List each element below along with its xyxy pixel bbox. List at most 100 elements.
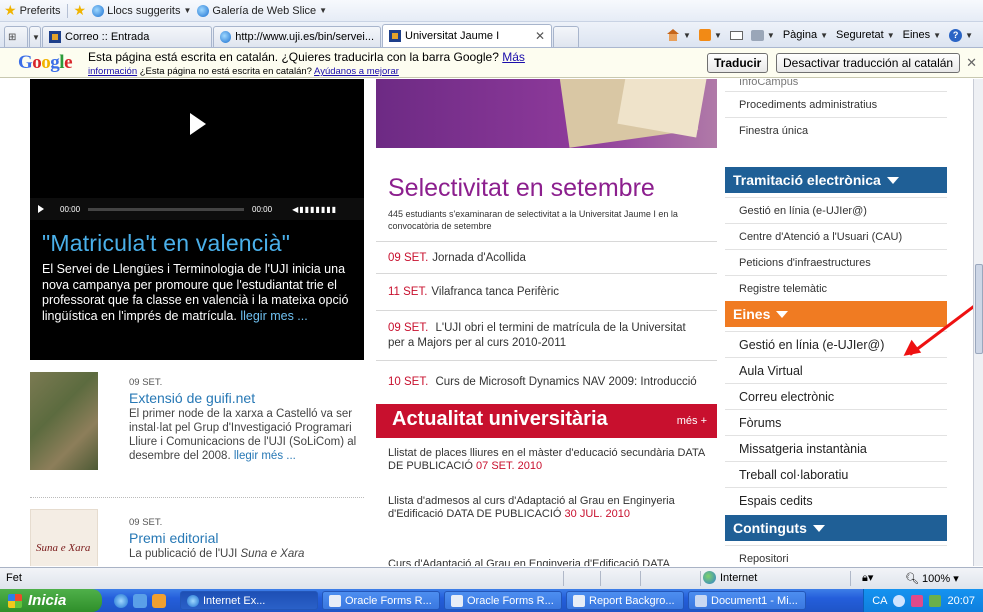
news-text: El primer node de la xarxa a Castelló va… <box>129 407 367 463</box>
network-icon[interactable] <box>929 594 942 607</box>
help-button[interactable]: ? ▼ <box>949 28 973 42</box>
tramitacio-header[interactable]: Tramitació electrònica <box>725 167 947 193</box>
quick-tabs-button[interactable]: ⊞ <box>4 26 28 47</box>
help-improve-link[interactable]: Ayúdanos a mejorar <box>314 66 399 77</box>
actualitat-date: 30 JUL. 2010 <box>564 508 630 520</box>
tab-list-button[interactable]: ▼ <box>29 26 41 47</box>
tab-universitat-jaume-i[interactable]: Universitat Jaume I ✕ <box>382 24 552 47</box>
right-link-finestra[interactable]: Finestra única <box>725 117 947 143</box>
headline-title[interactable]: Selectivitat en setembre <box>388 174 655 203</box>
play-icon[interactable] <box>190 113 206 135</box>
feature-title[interactable]: "Matricula't en valencià" <box>42 230 290 257</box>
actualitat-header: Actualitat universitària més + <box>376 404 717 438</box>
safety-menu[interactable]: Seguretat ▼ <box>836 29 895 41</box>
eines-link-aula-virtual[interactable]: Aula Virtual <box>725 357 947 383</box>
tray-expand-icon[interactable] <box>893 594 906 607</box>
print-button[interactable]: ▼ <box>750 29 775 41</box>
favorites-button[interactable]: ★ Preferits <box>4 2 61 19</box>
right-link-peticions[interactable]: Peticions d'infraestructures <box>725 249 947 275</box>
more-info-link[interactable]: Más <box>502 50 525 64</box>
home-button[interactable]: ▼ <box>666 29 691 41</box>
headline-subtitle: 445 estudiants s'examinaran de selectivi… <box>388 209 678 231</box>
language-indicator[interactable]: CA <box>872 595 887 607</box>
eines-link-treball[interactable]: Treball col·laboratiu <box>725 461 947 487</box>
play-small-icon[interactable] <box>38 205 44 213</box>
news-title[interactable]: Premi editorial <box>129 530 218 546</box>
desktop-quicklaunch-icon[interactable] <box>133 593 147 608</box>
eines-header[interactable]: Eines <box>725 301 947 327</box>
scrollbar-thumb[interactable] <box>975 264 983 354</box>
vertical-scrollbar[interactable] <box>973 79 983 566</box>
print-icon <box>750 29 764 41</box>
web-slice-gallery-button[interactable]: Galería de Web Slice ▼ <box>197 4 327 17</box>
page-menu[interactable]: Pàgina ▼ <box>783 29 828 41</box>
actualitat-text: Llista d'admesos al curs d'Adaptació al … <box>388 495 675 520</box>
actualitat-title[interactable]: Actualitat universitària <box>392 408 608 431</box>
right-link-procediments[interactable]: Procediments administratius <box>725 91 947 117</box>
eines-link-forums[interactable]: Fòrums <box>725 409 947 435</box>
news-title[interactable]: Extensió de guifi.net <box>129 390 255 406</box>
eines-link-missatgeria[interactable]: Missatgeria instantània <box>725 435 947 461</box>
book-thumbnail[interactable]: Suna e Xara <box>30 509 98 566</box>
actualitat-item[interactable]: Llista d'admesos al curs d'Adaptació al … <box>388 495 714 521</box>
start-button[interactable]: Inicia <box>0 589 102 612</box>
read-mail-button[interactable] <box>729 30 743 40</box>
eines-link-espais[interactable]: Espais cedits <box>725 487 947 513</box>
report-icon <box>573 594 585 607</box>
close-icon[interactable]: ✕ <box>966 55 977 71</box>
star-icon: ★ <box>4 2 17 18</box>
selectivitat-image[interactable] <box>376 79 717 148</box>
add-favorite-button[interactable]: ★ <box>74 2 87 19</box>
media-quicklaunch-icon[interactable] <box>152 593 166 608</box>
right-link-gestio[interactable]: Gestió en línia (e-UJIer@) <box>725 197 947 223</box>
agenda-date: 09 SET. <box>388 251 429 264</box>
continguts-link-repositori[interactable]: Repositori <box>725 545 947 566</box>
news-more-link[interactable]: llegir més ... <box>234 450 296 462</box>
suggested-sites-button[interactable]: Llocs suggerits ▼ <box>92 4 191 17</box>
task-label: Oracle Forms R... <box>467 594 554 607</box>
video-progress-track[interactable] <box>88 207 245 211</box>
tab-uji-servei[interactable]: http://www.uji.es/bin/servei... <box>213 26 381 47</box>
zoom-level[interactable]: 🔍︎ 100% ▾ <box>905 572 959 585</box>
agenda-item[interactable]: 11 SET. Vilafranca tanca Perifèric <box>376 273 717 310</box>
map-thumbnail[interactable] <box>30 372 98 470</box>
divider <box>850 571 851 586</box>
tray-app-icon[interactable] <box>911 594 924 607</box>
tab-correo[interactable]: Correo :: Entrada <box>42 26 212 47</box>
more-info-link-2[interactable]: información <box>88 66 137 77</box>
tools-menu[interactable]: Eines ▼ <box>903 29 941 41</box>
feeds-button[interactable]: ▼ <box>698 29 722 41</box>
feature-more-link[interactable]: llegir mes ... <box>240 309 307 323</box>
protected-mode-icon[interactable]: 🔒︎▾ <box>862 571 873 585</box>
uji-favicon-icon <box>49 31 61 43</box>
right-link-cau[interactable]: Centre d'Atenció a l'Usuari (CAU) <box>725 223 947 249</box>
deactivate-translation-button[interactable]: Desactivar traducción al catalán <box>776 53 961 73</box>
volume-icon[interactable]: ◀▮▮▮▮▮▮▮ <box>292 205 337 214</box>
task-document1[interactable]: Document1 - Mi... <box>688 591 806 610</box>
actualitat-item[interactable]: Curs d'Adaptació al Grau en Enginyeria d… <box>388 558 714 566</box>
agenda-item[interactable]: 10 SET. Curs de Microsoft Dynamics NAV 2… <box>376 360 717 404</box>
agenda-item[interactable]: 09 SET. L'UJI obri el termini de matrícu… <box>376 310 717 360</box>
translate-button[interactable]: Traducir <box>707 53 769 73</box>
ie-icon <box>220 31 232 43</box>
task-oracle-forms-2[interactable]: Oracle Forms R... <box>444 591 562 610</box>
continguts-header[interactable]: Continguts <box>725 515 947 541</box>
right-link-infocampus[interactable]: InfoCampus <box>725 79 947 91</box>
task-report-background[interactable]: Report Backgro... <box>566 591 684 610</box>
actualitat-item[interactable]: Llistat de places lliures en el màster d… <box>388 447 714 473</box>
clock[interactable]: 20:07 <box>947 595 975 607</box>
security-zone[interactable]: Internet <box>703 571 757 584</box>
favorites-label: Preferits <box>19 4 61 17</box>
task-internet-explorer[interactable]: Internet Ex... <box>180 591 318 610</box>
tools-menu-label: Eines <box>902 29 931 41</box>
chevron-down-icon: ▼ <box>820 30 828 40</box>
chevron-down-icon: ▼ <box>713 30 722 40</box>
right-link-registre[interactable]: Registre telemàtic <box>725 275 947 301</box>
actualitat-more-link[interactable]: més + <box>677 415 707 427</box>
new-tab-button[interactable] <box>553 26 579 47</box>
close-tab-icon[interactable]: ✕ <box>535 29 545 43</box>
eines-link-correu[interactable]: Correu electrònic <box>725 383 947 409</box>
ie-quicklaunch-icon[interactable] <box>114 593 128 608</box>
task-oracle-forms-1[interactable]: Oracle Forms R... <box>322 591 440 610</box>
agenda-item[interactable]: 09 SET. Jornada d'Acollida <box>376 241 717 273</box>
